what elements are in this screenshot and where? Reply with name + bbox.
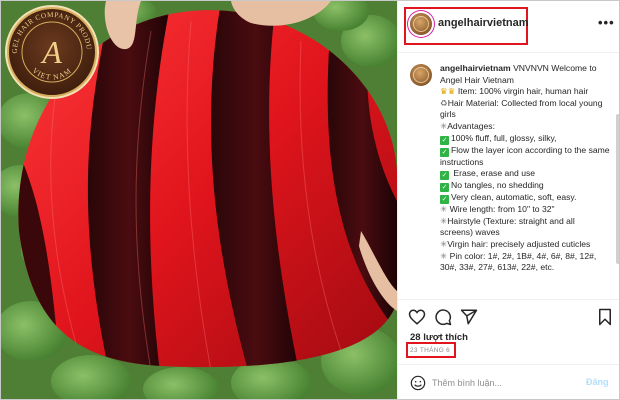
bookmark-icon[interactable] bbox=[596, 308, 614, 326]
post-comment-button[interactable]: Đăng bbox=[586, 377, 609, 387]
avatar[interactable] bbox=[410, 13, 432, 35]
caption-line: Hair Material: Collected from local youn… bbox=[440, 97, 603, 120]
caption-line: Erase, erase and use bbox=[453, 168, 536, 179]
check-icon: ✓ bbox=[440, 147, 449, 157]
snowflake-icon: ✳ bbox=[440, 204, 448, 215]
caption-line: No tangles, no shedding bbox=[451, 180, 544, 191]
emoji-icon[interactable] bbox=[410, 375, 426, 391]
caption-area: angelhairvietnam VNVNVN Welcome to Angel… bbox=[398, 54, 619, 298]
crown-icon: ♛♛ bbox=[440, 86, 456, 97]
comment-input[interactable] bbox=[432, 375, 572, 391]
caption-line: Flow the layer icon according to the sam… bbox=[440, 144, 610, 167]
header-username[interactable]: angelhairvietnam bbox=[438, 17, 528, 29]
caption-line: Pin color: 1#, 2#, 1B#, 4#, 6#, 8#, 12#,… bbox=[440, 250, 597, 273]
caption-scrollbar[interactable] bbox=[616, 114, 619, 264]
caption-avatar[interactable] bbox=[410, 64, 432, 86]
comment-icon[interactable] bbox=[434, 308, 452, 326]
caption-line: Hairstyle (Texture: straight and all scr… bbox=[440, 215, 575, 238]
caption-username[interactable]: angelhairvietnam bbox=[440, 63, 511, 73]
logo-monogram: A bbox=[40, 34, 62, 70]
check-icon: ✓ bbox=[440, 183, 449, 193]
post-actions: 28 lượt thích 23 THÁNG 6 Đăng bbox=[398, 299, 619, 399]
more-horizontal-icon[interactable]: ••• bbox=[598, 15, 614, 31]
instagram-post-window: ANGEL HAIR COMPANY PRODUCTS VIET NAM A a… bbox=[0, 0, 620, 400]
caption-line: 100% fluff, full, glossy, silky, bbox=[451, 132, 557, 143]
post-date[interactable]: 23 THÁNG 6 bbox=[410, 347, 450, 354]
caption-line: Virgin hair: precisely adjusted cuticles bbox=[447, 238, 591, 249]
post-photo[interactable]: ANGEL HAIR COMPANY PRODUCTS VIET NAM A bbox=[1, 1, 397, 399]
check-icon: ✓ bbox=[440, 135, 449, 145]
post-header: angelhairvietnam ••• bbox=[398, 1, 619, 53]
comment-bar: Đăng bbox=[398, 364, 619, 399]
brand-logo: ANGEL HAIR COMPANY PRODUCTS VIET NAM A bbox=[3, 3, 101, 101]
check-icon: ✓ bbox=[440, 171, 449, 181]
snowflake-icon: ✳ bbox=[440, 250, 448, 261]
recycle-icon: ♻ bbox=[440, 97, 448, 108]
heart-icon[interactable] bbox=[408, 308, 426, 326]
caption-line: Item: 100% virgin hair, human hair bbox=[457, 86, 589, 97]
check-icon: ✓ bbox=[440, 195, 449, 205]
caption-line: Wire length: from 10" to 32" bbox=[449, 204, 555, 215]
caption-text: angelhairvietnam VNVNVN Welcome to Angel… bbox=[440, 63, 610, 274]
post-side-panel: angelhairvietnam ••• angelhairvietnam VN… bbox=[397, 1, 619, 399]
share-icon[interactable] bbox=[460, 308, 478, 326]
caption-line: Advantages: bbox=[447, 120, 495, 131]
caption-line: Very clean, automatic, soft, easy. bbox=[451, 192, 577, 203]
